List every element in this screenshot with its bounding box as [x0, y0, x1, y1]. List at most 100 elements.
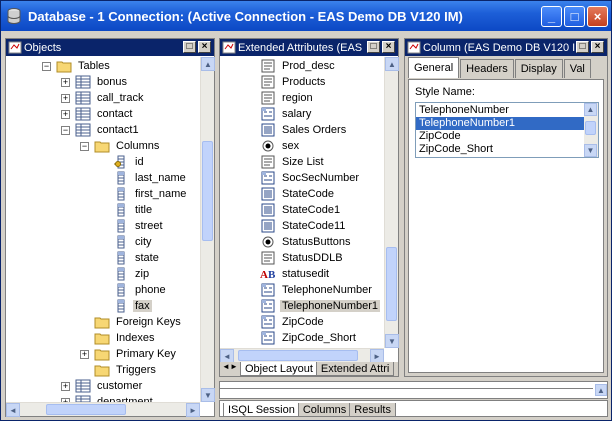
extended-attribute-item[interactable]: salary — [260, 106, 313, 122]
expand-icon[interactable]: + — [80, 349, 89, 359]
scroll-left-button[interactable]: ◄ — [220, 349, 234, 363]
tree-node[interactable]: + contact — [61, 106, 134, 122]
tab-extended-attributes[interactable]: Extended Attri — [315, 362, 395, 376]
tab-validation[interactable]: Val — [563, 59, 591, 78]
scroll-down-button[interactable]: ▼ — [201, 388, 215, 402]
scroll-up-button[interactable]: ▲ — [595, 384, 607, 396]
extended-attribute-item[interactable]: StateCode11 — [260, 218, 347, 234]
extended-attribute-item[interactable]: StateCode1 — [260, 202, 342, 218]
ext-pane-close-button[interactable]: × — [382, 41, 395, 53]
h-scroll-thumb[interactable] — [46, 404, 126, 415]
h-scroll-thumb[interactable] — [238, 350, 358, 361]
tree-node[interactable]: + department — [61, 394, 155, 402]
extended-attribute-label: Products — [282, 76, 326, 88]
style-name-listbox[interactable]: TelephoneNumber TelephoneNumber1 ZipCode Zi… — [415, 102, 599, 158]
ext-vertical-scrollbar[interactable]: ▲ ▼ — [384, 57, 399, 348]
tab-results[interactable]: Results — [349, 403, 396, 417]
tree-node[interactable]: street — [99, 218, 165, 234]
extended-attribute-item[interactable]: SocSecNumber — [260, 170, 361, 186]
title-bar[interactable]: Database - 1 Connection: (Active Connect… — [1, 1, 611, 31]
tree-node[interactable]: − Columns — [80, 138, 161, 154]
tree-node[interactable]: fax — [99, 298, 152, 314]
tree-node[interactable]: + bonus — [61, 74, 129, 90]
tree-node[interactable]: first_name — [99, 186, 188, 202]
column-pane-maximize-button[interactable]: □ — [576, 41, 589, 53]
extended-attribute-item[interactable]: StatusDDLB — [260, 250, 345, 266]
scroll-up-button[interactable]: ▲ — [201, 57, 215, 71]
tree-node[interactable]: city — [99, 234, 154, 250]
objects-pane-close-button[interactable]: × — [198, 41, 211, 53]
ext-horizontal-scrollbar[interactable]: ◄ ► — [220, 348, 384, 363]
tab-scroll-right-icon[interactable]: ► — [230, 362, 240, 371]
objects-horizontal-scrollbar[interactable]: ◄ ► — [6, 402, 200, 417]
tree-node[interactable]: Indexes — [80, 330, 157, 346]
tab-scroll-left-icon[interactable]: ◄ — [220, 362, 230, 371]
scroll-thumb[interactable] — [202, 141, 213, 241]
extended-attribute-item[interactable]: Products — [260, 74, 327, 90]
extended-attribute-item[interactable]: ZipCode — [260, 314, 326, 330]
tree-node[interactable]: − Tables — [42, 58, 112, 74]
scroll-left-button[interactable]: ◄ — [6, 403, 20, 417]
extended-attribute-item[interactable]: Prod_desc — [260, 58, 337, 74]
collapse-icon[interactable]: − — [61, 125, 70, 135]
close-button[interactable]: × — [587, 6, 608, 27]
radio-icon — [260, 139, 276, 153]
column-properties-pane: Column (EAS Demo DB V120 IM □ × General … — [404, 38, 608, 377]
scroll-thumb[interactable] — [386, 247, 397, 321]
collapse-icon[interactable]: − — [80, 141, 89, 151]
scroll-right-button[interactable]: ► — [186, 403, 200, 417]
tree-node[interactable]: + customer — [61, 378, 144, 394]
extended-attribute-item[interactable]: A Bstatusedit — [260, 266, 331, 282]
tree-node[interactable]: title — [99, 202, 154, 218]
objects-tree[interactable]: − Tables + bonus + call_track + contact − contact… — [6, 57, 200, 402]
tab-isql-session[interactable]: ISQL Session — [223, 403, 300, 417]
extended-attribute-item[interactable]: StatusButtons — [260, 234, 353, 250]
minimize-button[interactable]: _ — [541, 6, 562, 27]
extended-attribute-item[interactable]: Sales Orders — [260, 122, 348, 138]
tree-node[interactable]: id — [99, 154, 146, 170]
extended-attribute-item[interactable]: StateCode — [260, 186, 336, 202]
ext-pane-maximize-button[interactable]: □ — [367, 41, 380, 53]
scroll-up-button[interactable]: ▲ — [584, 103, 597, 116]
tree-node[interactable]: + call_track — [61, 90, 145, 106]
extended-attribute-item[interactable]: Size List — [260, 154, 326, 170]
scroll-thumb[interactable] — [585, 121, 596, 135]
style-option[interactable]: ZipCode_Short — [416, 143, 584, 156]
maximize-button[interactable]: □ — [564, 6, 585, 27]
expand-icon[interactable]: + — [61, 381, 70, 391]
objects-pane-maximize-button[interactable]: □ — [183, 41, 196, 53]
objects-vertical-scrollbar[interactable]: ▲ ▼ — [200, 57, 215, 402]
expand-icon[interactable]: + — [61, 93, 70, 103]
style-option[interactable]: TelephoneNumber — [416, 104, 584, 117]
tree-node[interactable]: last_name — [99, 170, 188, 186]
extended-attribute-item[interactable]: ZipCode_Short — [260, 330, 358, 346]
tree-node[interactable]: Foreign Keys — [80, 314, 183, 330]
collapse-icon[interactable]: − — [42, 61, 51, 71]
tree-node[interactable]: + Primary Key — [80, 346, 178, 362]
tab-headers[interactable]: Headers — [460, 59, 514, 78]
tab-general[interactable]: General — [408, 57, 460, 78]
tab-display[interactable]: Display — [514, 59, 563, 78]
column-pane-close-button[interactable]: × — [591, 41, 604, 53]
extended-attribute-item[interactable]: TelephoneNumber — [260, 282, 374, 298]
tree-node[interactable]: state — [99, 250, 161, 266]
extended-attribute-item[interactable]: region — [260, 90, 315, 106]
style-option[interactable]: ZipCode — [416, 130, 584, 143]
tree-node[interactable]: zip — [99, 266, 151, 282]
style-option[interactable]: TelephoneNumber1 — [416, 117, 584, 130]
scroll-up-button[interactable]: ▲ — [385, 57, 399, 71]
expand-icon[interactable]: + — [61, 109, 70, 119]
scroll-down-button[interactable]: ▼ — [584, 144, 597, 157]
tree-node[interactable]: − contact1 — [61, 122, 141, 138]
tree-node[interactable]: Triggers — [80, 362, 158, 378]
extended-attribute-item[interactable]: sex — [260, 138, 301, 154]
scroll-right-button[interactable]: ► — [370, 349, 384, 363]
tab-columns[interactable]: Columns — [297, 403, 352, 417]
style-list-scrollbar[interactable]: ▲ ▼ — [584, 103, 598, 157]
extended-attribute-item[interactable]: TelephoneNumber1 — [260, 298, 381, 314]
extended-attributes-list[interactable]: Prod_desc Products region salary Sales Order… — [220, 57, 384, 348]
expand-icon[interactable]: + — [61, 77, 70, 87]
tab-object-layout[interactable]: Object Layout — [240, 362, 318, 376]
scroll-down-button[interactable]: ▼ — [385, 334, 399, 348]
tree-node[interactable]: phone — [99, 282, 168, 298]
